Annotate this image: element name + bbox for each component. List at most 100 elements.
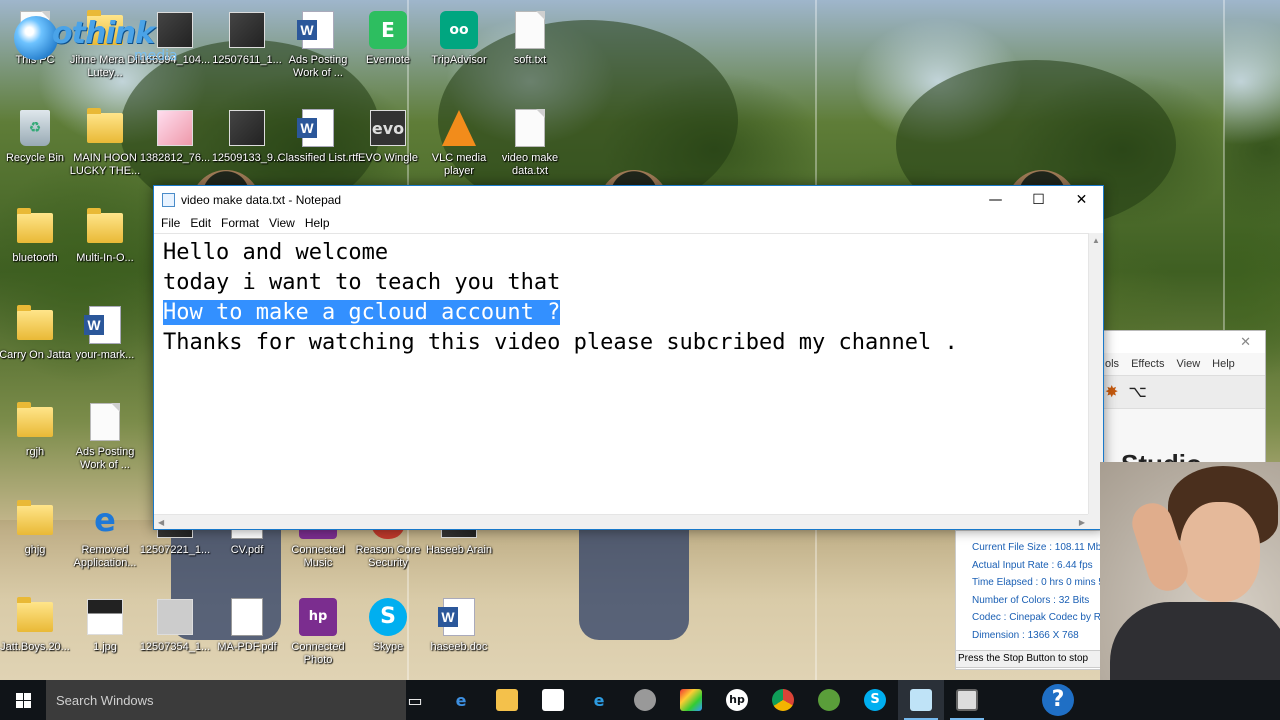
text-selection: How to make a gcloud account ? [163,300,561,325]
paint-icon[interactable] [668,680,714,720]
desktop-icon[interactable]: soft.txt [488,10,572,67]
menu-format[interactable]: Format [216,216,264,230]
menu-view[interactable]: View [264,216,300,230]
skype-icon[interactable]: S [852,680,898,720]
chrome-icon[interactable] [760,680,806,720]
maximize-button[interactable]: ☐ [1017,186,1060,213]
ie-icon[interactable]: e [576,680,622,720]
text-line: Hello and welcome [163,240,389,265]
folder-icon [17,305,53,340]
folder-icon [17,208,53,243]
recorder-menu-item[interactable]: Help [1212,353,1235,375]
menu-file[interactable]: File [156,216,185,230]
evernote-icon: E [369,11,407,49]
settings-gear-icon[interactable]: ✸ [1105,382,1118,402]
image-icon [157,110,193,146]
recorder-menu-item[interactable]: View [1177,353,1201,375]
pdf-icon [231,598,263,636]
stat-row: Dimension : 1366 X 768 [972,629,1079,641]
notepad-app-icon [162,192,175,207]
image-icon [157,599,193,635]
taskbar: Search Windows ▭ e e hp S [0,680,1280,720]
start-button[interactable] [0,680,46,720]
word-doc-icon: W [297,109,334,147]
folder-icon [87,208,123,243]
recorder-icon[interactable] [944,680,990,720]
desktop-icon-label: haseeb.doc [430,641,488,653]
folder-icon [87,108,123,143]
store-icon[interactable] [530,680,576,720]
image-icon [229,110,265,146]
scroll-up-icon[interactable]: ▲ [1089,233,1103,248]
cut-icon[interactable]: ⌥ [1128,382,1146,402]
hp-icon: hp [299,598,337,636]
desktop-icon-label: Ads Posting Work of ... [75,446,135,471]
text-line: Thanks for watching this video please su… [163,330,958,355]
stat-row: Time Elapsed : 0 hrs 0 mins 5 [972,577,1101,589]
file-explorer-icon[interactable] [484,680,530,720]
stat-row: Actual Input Rate : 6.44 fps [972,559,1093,571]
recorder-close-button[interactable]: ✕ [1101,331,1265,353]
menu-edit[interactable]: Edit [185,216,216,230]
skype-icon: S [369,598,407,636]
text-file-icon [90,403,120,441]
desktop-icon[interactable]: Wyour-mark... [63,305,147,362]
recorder-menu-item[interactable]: ols [1105,353,1119,375]
scroll-left-icon[interactable]: ◀ [158,515,164,529]
logo-sub: media [134,48,178,64]
image-icon [229,12,265,48]
search-placeholder: Search Windows [56,692,154,708]
notepad-menubar: File Edit Format View Help [154,213,1103,233]
text-line: today i want to teach you that [163,270,561,295]
recorder-status-bar: Press the Stop Button to stop [955,650,1101,668]
close-button[interactable]: ✕ [1060,186,1103,213]
help-icon[interactable]: ? [1042,684,1074,716]
word-doc-icon: W [297,11,334,49]
desktop-icon[interactable]: Whaseeb.doc [417,597,501,654]
text-line-selected: How to make a gcloud account ? [163,298,1080,328]
minimize-button[interactable]: — [974,186,1017,213]
screen-recorder-window[interactable]: ✕ ols Effects View Help ✸ ⌥ Studio [1100,330,1266,479]
media-icon[interactable] [622,680,668,720]
recycle-bin-icon: ♻ [20,110,50,146]
recorder-menubar: ols Effects View Help [1101,353,1265,375]
stat-row: Codec : Cinepak Codec by R [972,612,1101,624]
desktop-icon-label: your-mark... [75,349,135,361]
utorrent-icon[interactable] [806,680,852,720]
notepad-window[interactable]: video make data.txt - Notepad — ☐ ✕ File… [153,185,1104,530]
task-view-icon[interactable]: ▭ [392,680,438,720]
desktop-icon[interactable]: Ads Posting Work of ... [63,402,147,472]
window-title: video make data.txt - Notepad [181,192,342,207]
vlc-icon [442,110,476,146]
recorder-menu-item[interactable]: Effects [1131,353,1164,375]
evo-wingle-icon: evo [370,110,406,146]
desktop-icon[interactable]: video make data.txt [488,108,572,178]
notepad-icon[interactable] [898,680,944,720]
windows-logo-icon [15,692,31,708]
desktop-icon-label: video make data.txt [501,152,559,177]
tripadvisor-icon: oo [440,11,478,49]
stat-row: Number of Colors : 32 Bits [972,594,1090,606]
image-icon [87,599,123,635]
edge-icon: e [94,501,116,539]
horizontal-scrollbar[interactable]: ◀ ▶ [154,514,1089,529]
stat-row: Current File Size : 108.11 Mb [972,542,1101,553]
notepad-titlebar[interactable]: video make data.txt - Notepad — ☐ ✕ [154,186,1103,213]
notepad-text-area[interactable]: Hello and welcome today i want to teach y… [154,233,1089,515]
word-doc-icon: W [438,598,475,636]
hp-icon[interactable]: hp [714,680,760,720]
edge-icon[interactable]: e [438,680,484,720]
desktop-icon[interactable]: Multi-In-O... [63,208,147,265]
desktop-icon-label: soft.txt [513,54,547,66]
recorder-toolbar: ✸ ⌥ [1101,375,1265,409]
search-input[interactable]: Search Windows [46,680,406,720]
othink-media-logo: othink media [14,12,204,68]
text-file-icon [515,109,545,147]
folder-icon [17,402,53,437]
desktop-icon-label: Multi-In-O... [76,252,134,264]
menu-help[interactable]: Help [300,216,335,230]
folder-icon [17,500,53,535]
desktop-icon-label: Haseeb Arain [425,544,493,556]
word-doc-icon: W [84,306,121,344]
scroll-right-icon[interactable]: ▶ [1079,515,1085,529]
